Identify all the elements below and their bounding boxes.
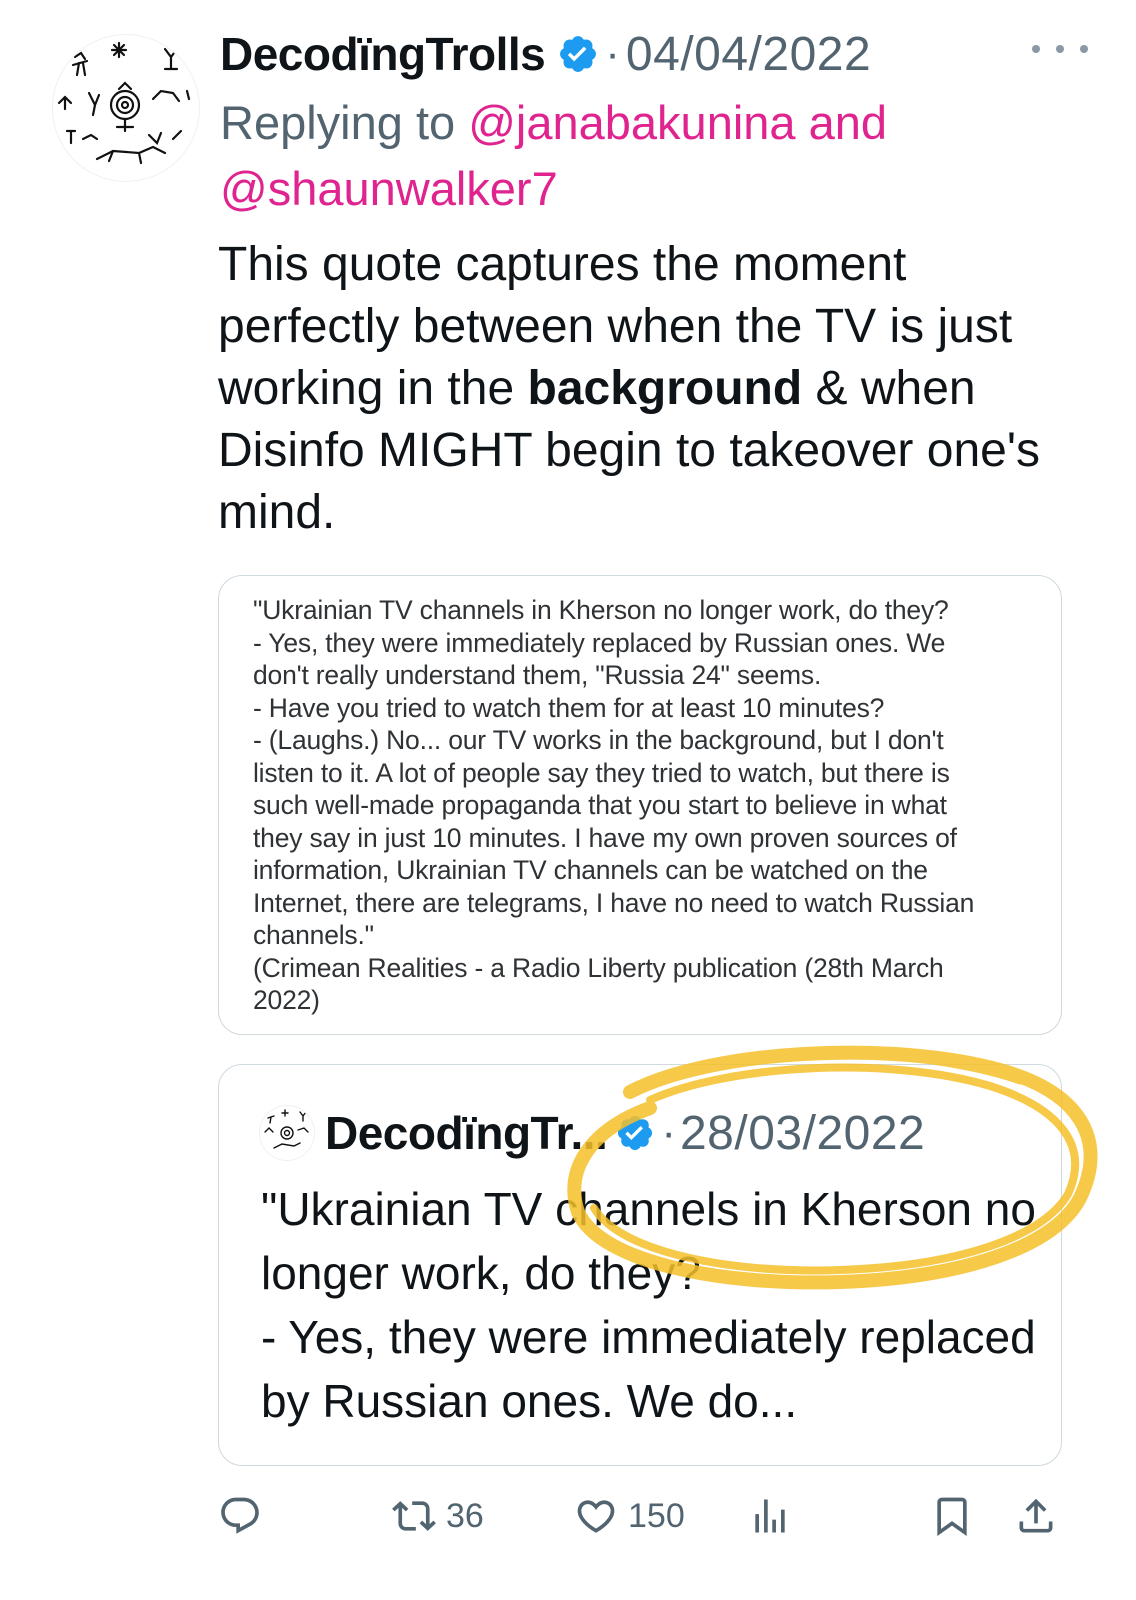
share-button[interactable]	[1014, 1486, 1058, 1546]
reply-and: and	[795, 96, 888, 149]
petroglyph-avatar-icon	[57, 41, 191, 165]
tweet: DecodïngTrolls · 04/04/2022 Replying to …	[0, 0, 1136, 1600]
replying-to: Replying to @janabakunina and @shaunwalk…	[220, 90, 1100, 222]
attached-image-line: don't really understand them, "Russia 24…	[253, 660, 822, 690]
analytics-icon	[755, 1499, 785, 1533]
attached-image-line: information, Ukrainian TV channels can b…	[253, 855, 928, 885]
bookmark-button[interactable]	[930, 1486, 974, 1546]
bookmark-icon	[937, 1497, 967, 1537]
attached-image-line: 2022)	[253, 985, 320, 1015]
views-button[interactable]	[748, 1486, 792, 1546]
quoted-tweet-text-line: - Yes, they were immediately replaced by…	[261, 1311, 1036, 1427]
attached-image-line: (Crimean Realities - a Radio Liberty pub…	[253, 952, 944, 983]
attached-image-line: - Have you tried to watch them for at le…	[253, 692, 885, 723]
quoted-tweet-header: DecodïngTr... · 28/03/2022	[259, 1103, 925, 1163]
reply-handle-1[interactable]: @janabakunina	[468, 96, 795, 149]
reply-button[interactable]	[218, 1486, 262, 1546]
separator-dot: ·	[605, 29, 620, 78]
retweet-count: 36	[446, 1496, 484, 1535]
attached-image-line: - (Laughs.) No... our TV works in the ba…	[253, 725, 944, 755]
verified-badge-icon	[560, 36, 597, 72]
replying-prefix: Replying to	[220, 96, 469, 149]
quoted-tweet-text-line: "Ukrainian TV channels in Kherson no lon…	[261, 1183, 1036, 1299]
verified-badge-icon	[618, 1115, 653, 1151]
retweet-icon	[392, 1501, 436, 1531]
reply-icon	[221, 1497, 259, 1534]
tweet-date[interactable]: 04/04/2022	[626, 27, 871, 82]
quoted-tweet-date: 28/03/2022	[679, 1106, 926, 1160]
retweet-button[interactable]: 36	[392, 1486, 484, 1546]
quoted-avatar	[259, 1105, 315, 1161]
share-icon	[1019, 1498, 1053, 1533]
attached-image-line: listen to it. A lot of people say they t…	[253, 757, 950, 788]
attached-image-line: channels."	[253, 920, 374, 950]
separator-dot: ·	[661, 1108, 676, 1157]
attached-image-line: such well-made propaganda that you start…	[253, 790, 947, 820]
action-bar: 36 150	[218, 1486, 1068, 1550]
petroglyph-avatar-icon	[264, 1109, 309, 1149]
attached-image-line: - Yes, they were immediately replaced by…	[253, 627, 946, 658]
attached-image-text: "Ukrainian TV channels in Kherson no lon…	[253, 594, 1043, 1017]
like-button[interactable]: 150	[574, 1486, 685, 1546]
display-name[interactable]: DecodïngTrolls	[220, 27, 546, 81]
attached-image-line: they say in just 10 minutes. I have my o…	[253, 822, 957, 853]
quoted-display-name: DecodïngTr...	[325, 1107, 608, 1159]
tweet-text: This quote captures the moment perfectly…	[218, 234, 1098, 544]
attached-image[interactable]: "Ukrainian TV channels in Kherson no lon…	[218, 575, 1062, 1035]
attached-image-line: "Ukrainian TV channels in Kherson no lon…	[253, 595, 949, 625]
quoted-tweet[interactable]: DecodïngTr... · 28/03/2022 "Ukrainian TV…	[218, 1064, 1062, 1466]
attached-image-line: Internet, there are telegrams, I have no…	[253, 887, 975, 918]
tweet-header: DecodïngTrolls · 04/04/2022	[220, 22, 1080, 86]
quoted-tweet-text: "Ukrainian TV channels in Kherson no lon…	[261, 1177, 1041, 1433]
like-count: 150	[628, 1496, 685, 1535]
reply-handle-2[interactable]: @shaunwalker7	[220, 162, 558, 215]
more-options-icon[interactable]	[1032, 34, 1088, 64]
tweet-text-bold: background	[527, 362, 803, 415]
avatar[interactable]	[52, 34, 200, 182]
heart-icon	[577, 1500, 615, 1533]
